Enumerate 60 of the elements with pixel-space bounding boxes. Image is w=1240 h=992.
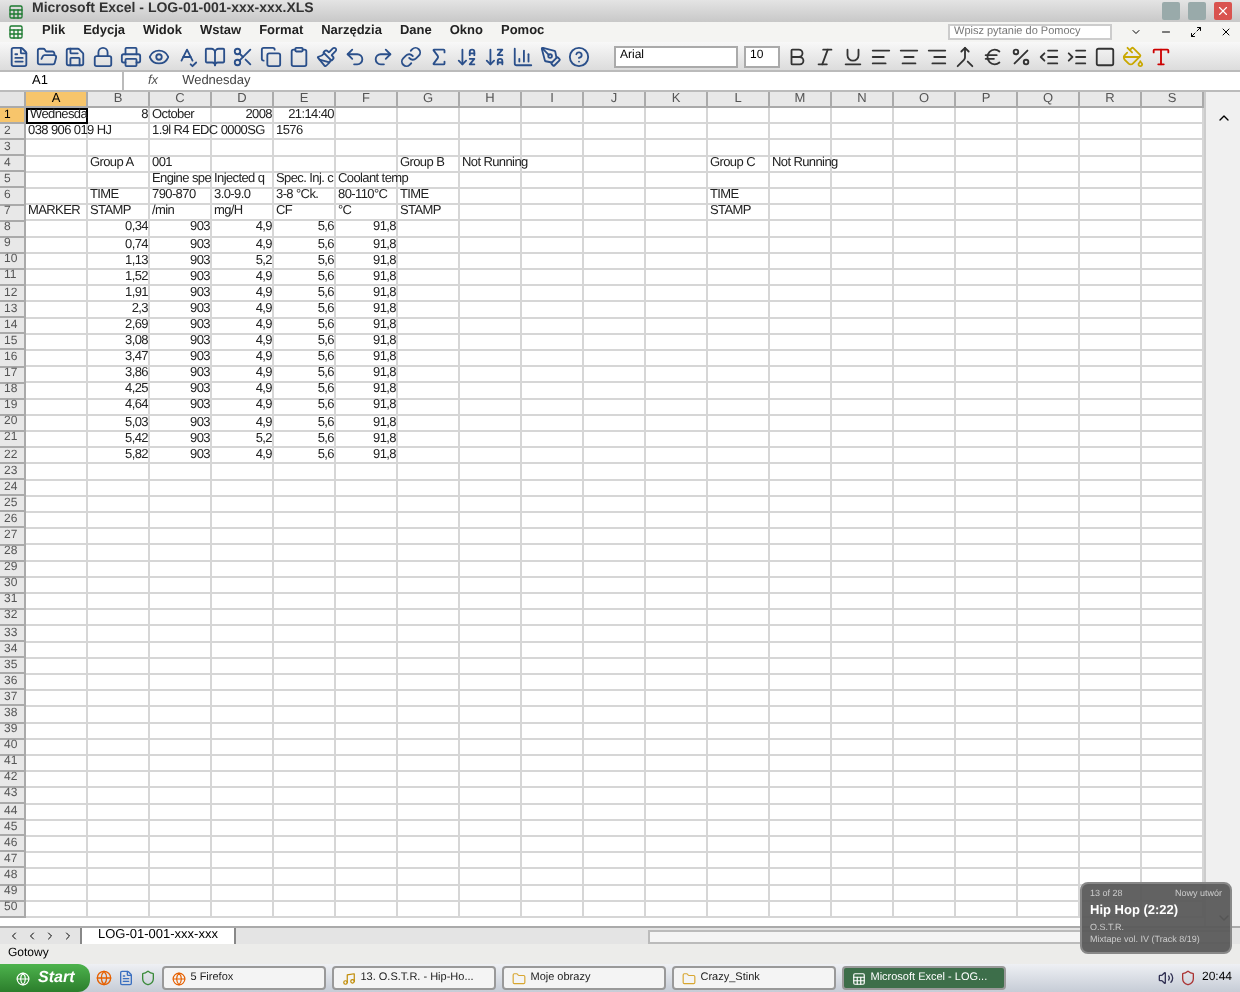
border-icon[interactable] (1094, 45, 1116, 67)
percent-icon[interactable] (1010, 45, 1032, 67)
pen-icon[interactable] (540, 45, 562, 67)
folder-icon (512, 971, 527, 985)
globe-icon (16, 971, 30, 985)
bold-icon[interactable] (786, 45, 808, 67)
save-icon[interactable] (64, 45, 86, 67)
sum-icon[interactable] (428, 45, 450, 67)
outdent-icon[interactable] (1038, 45, 1060, 67)
help-icon[interactable] (568, 45, 590, 67)
sheet-icon (852, 971, 867, 985)
align-center-icon[interactable] (898, 45, 920, 67)
currency-icon[interactable] (982, 45, 1004, 67)
book-icon[interactable] (204, 45, 226, 67)
align-left-icon[interactable] (870, 45, 892, 67)
sort-descending-icon[interactable] (484, 45, 506, 67)
close-icon[interactable] (1220, 26, 1232, 38)
underline-icon[interactable] (842, 45, 864, 67)
sort-ascending-icon[interactable] (456, 45, 478, 67)
folder-icon (682, 971, 697, 985)
excel-icon (8, 3, 24, 19)
copy-icon[interactable] (260, 45, 282, 67)
fill-color-icon[interactable] (1122, 45, 1144, 67)
previous-sheet-icon[interactable] (26, 930, 38, 942)
shield-icon[interactable] (140, 970, 157, 986)
indent-icon[interactable] (1066, 45, 1088, 67)
music-icon (342, 971, 357, 985)
paste-icon[interactable] (288, 45, 310, 67)
align-right-icon[interactable] (926, 45, 948, 67)
first-sheet-icon[interactable] (8, 930, 20, 942)
brush-icon[interactable] (316, 45, 338, 67)
next-sheet-icon[interactable] (44, 930, 56, 942)
lock-icon[interactable] (92, 45, 114, 67)
start-button[interactable]: Start (0, 964, 91, 992)
volume-icon[interactable] (1157, 970, 1174, 986)
globe-icon (172, 971, 187, 985)
last-sheet-icon[interactable] (62, 930, 74, 942)
close-button[interactable] (1214, 2, 1232, 20)
folder-icon[interactable] (36, 45, 58, 67)
font-color-icon[interactable] (1150, 45, 1172, 67)
vertical-scrollbar[interactable] (1204, 92, 1240, 926)
merge-icon[interactable] (954, 45, 976, 67)
dropdown-icon[interactable] (1130, 26, 1142, 38)
italic-icon[interactable] (814, 45, 836, 67)
printer-icon[interactable] (120, 45, 142, 67)
cut-icon[interactable] (232, 45, 254, 67)
redo-icon[interactable] (372, 45, 394, 67)
document-icon[interactable] (118, 970, 135, 986)
scroll-up-icon[interactable] (1215, 110, 1231, 126)
chart-icon[interactable] (512, 45, 534, 67)
browser-icon[interactable] (96, 970, 113, 986)
undo-icon[interactable] (344, 45, 366, 67)
preview-icon[interactable] (148, 45, 170, 67)
minimize-icon[interactable] (1160, 26, 1172, 38)
close-icon (1216, 4, 1230, 18)
security-icon[interactable] (1179, 970, 1196, 986)
new-file-icon[interactable] (8, 45, 30, 67)
spellcheck-icon[interactable] (176, 45, 198, 67)
workbook-icon[interactable] (8, 24, 24, 40)
link-icon[interactable] (400, 45, 422, 67)
